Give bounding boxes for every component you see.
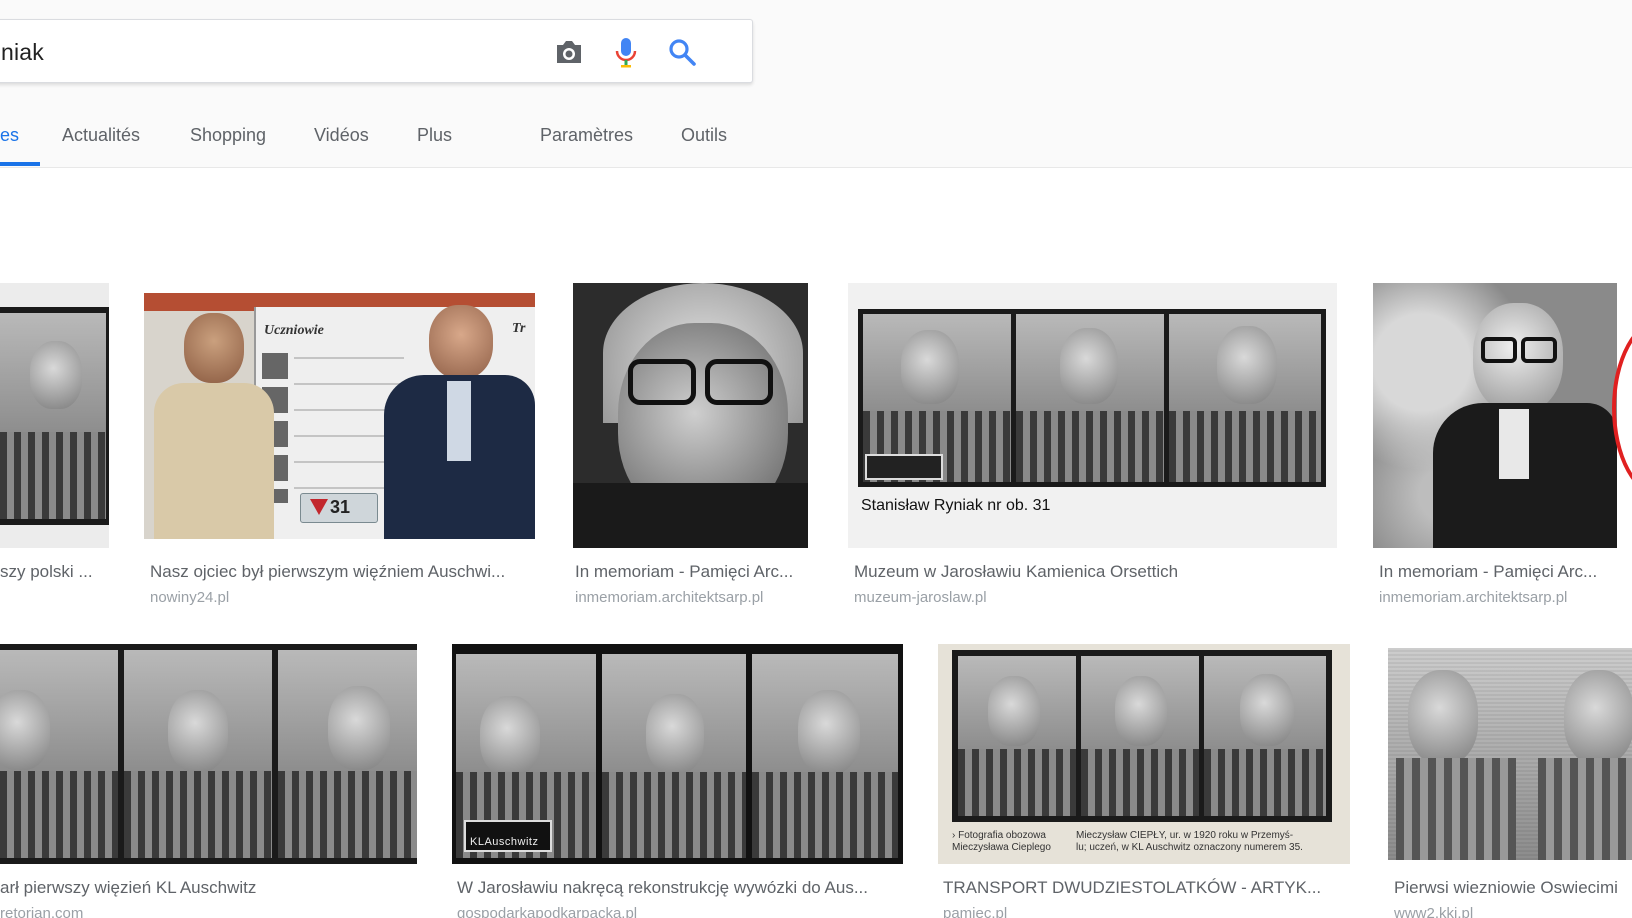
camera-icon[interactable] xyxy=(551,34,587,70)
result-title[interactable]: W Jarosławiu nakręcą rekonstrukcję wywóz… xyxy=(457,878,907,898)
result-source: nowiny24.pl xyxy=(150,589,230,606)
result-source: gospodarkapodkarpacka.pl xyxy=(457,905,638,918)
photo-description: Mieczysław CIEPŁY, ur. w 1920 roku w Prz… xyxy=(1076,830,1303,853)
result-title[interactable]: arł pierwszy więzień KL Auschwitz xyxy=(0,878,420,898)
result-thumbnail[interactable]: Stanisław Ryniak nr ob. 31 xyxy=(848,283,1337,548)
result-thumbnail[interactable]: Uczniowie Tr 31 xyxy=(144,293,535,539)
result-thumbnail[interactable] xyxy=(1373,283,1617,548)
tab-videos[interactable]: Vidéos xyxy=(314,125,369,146)
result-title[interactable]: szy polski ... xyxy=(0,562,110,582)
tab-settings[interactable]: Paramètres xyxy=(540,125,633,146)
result-source: muzeum-jaroslaw.pl xyxy=(854,589,987,606)
result-source: retorian.com xyxy=(0,905,84,918)
result-thumbnail[interactable] xyxy=(0,283,109,548)
sign-title-2: Tr xyxy=(512,321,526,336)
result-title[interactable]: Muzeum w Jarosławiu Kamienica Orsettich xyxy=(854,562,1334,582)
result-title[interactable]: Nasz ojciec był pierwszym więźniem Ausch… xyxy=(150,562,535,582)
tab-more[interactable]: Plus xyxy=(417,125,452,146)
result-source: inmemoriam.architektsarp.pl xyxy=(1379,589,1568,606)
microphone-icon[interactable] xyxy=(608,34,644,70)
search-input[interactable]: niak xyxy=(1,39,44,66)
search-icon[interactable] xyxy=(664,34,700,70)
active-tab-indicator xyxy=(0,162,40,166)
tab-news[interactable]: Actualités xyxy=(62,125,140,146)
result-thumbnail[interactable]: KLAuschwitz xyxy=(452,644,903,864)
sign-title: Uczniowie xyxy=(264,323,324,338)
result-thumbnail[interactable] xyxy=(1388,648,1632,860)
tab-shopping[interactable]: Shopping xyxy=(190,125,266,146)
result-thumbnail[interactable] xyxy=(573,283,808,548)
result-title[interactable]: In memoriam - Pamięci Arc... xyxy=(1379,562,1624,582)
tab-tools[interactable]: Outils xyxy=(681,125,727,146)
result-title[interactable]: TRANSPORT DWUDZIESTOLATKÓW - ARTYK... xyxy=(943,878,1348,898)
result-title[interactable]: Pierwsi wiezniowie Oswiecimi xyxy=(1394,878,1632,898)
badge-number: 31 xyxy=(330,497,351,517)
result-source: www2.kki.pl xyxy=(1394,905,1474,918)
search-header: niak es Actualités Shopping Vidéos Plus … xyxy=(0,0,1632,168)
result-thumbnail[interactable]: › Fotografia obozowa Mieczysława Ciepleg… xyxy=(938,644,1350,864)
result-title[interactable]: In memoriam - Pamięci Arc... xyxy=(575,562,815,582)
search-box[interactable]: niak xyxy=(0,19,753,83)
plate-text: KLAuschwitz xyxy=(470,836,539,848)
image-caption-text: Stanisław Ryniak nr ob. 31 xyxy=(861,497,1051,514)
result-source: pamiec.pl xyxy=(943,905,1008,918)
photo-note: › Fotografia obozowa Mieczysława Ciepleg… xyxy=(952,830,1051,853)
result-thumbnail[interactable] xyxy=(0,644,417,864)
tab-images[interactable]: es xyxy=(0,125,19,146)
result-source: inmemoriam.architektsarp.pl xyxy=(575,589,764,606)
